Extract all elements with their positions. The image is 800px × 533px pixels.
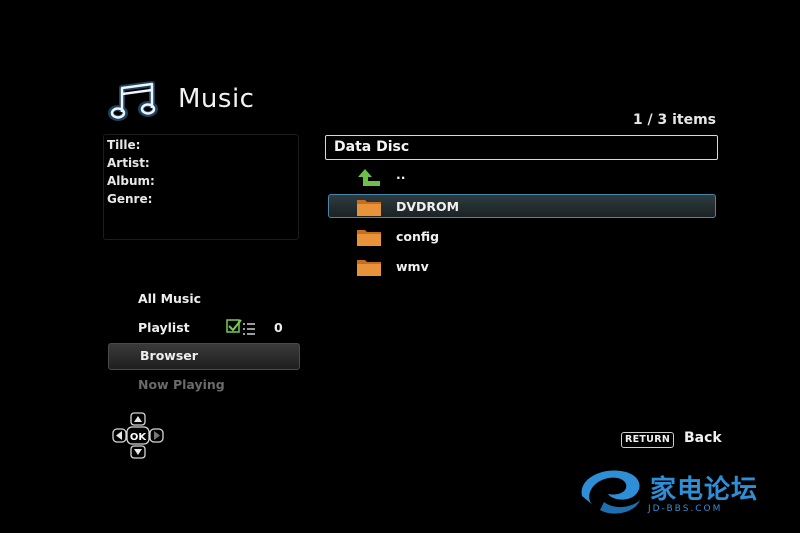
playlist-count: 0 (274, 320, 283, 335)
back-label[interactable]: Back (684, 430, 722, 446)
music-browser-screen: Music 1 / 3 items Tille: Artist: Album: … (0, 0, 800, 533)
watermark-subtext: JD-BBS.COM (648, 504, 723, 514)
track-info-panel: Tille: Artist: Album: Genre: (103, 134, 299, 240)
menu-item-browser[interactable]: Browser (108, 343, 300, 370)
file-row-wmv[interactable]: wmv (328, 254, 714, 278)
menu-item-label: All Music (138, 291, 202, 306)
music-note-icon (108, 80, 162, 124)
file-row-dvdrom[interactable]: DVDROM (328, 194, 716, 218)
artist-label: Artist: (107, 156, 150, 170)
up-arrow-icon (356, 168, 382, 188)
menu-item-all-music[interactable]: All Music (108, 286, 298, 311)
return-key-badge: RETURN (621, 432, 675, 448)
item-count: 1 / 3 items (632, 112, 716, 128)
menu-item-label: Browser (140, 348, 198, 363)
title-label: Tille: (107, 138, 141, 152)
path-bar: Data Disc (325, 135, 718, 160)
folder-icon (356, 227, 382, 247)
watermark-text: 家电论坛 (650, 475, 759, 505)
file-name: config (396, 229, 440, 244)
folder-icon (356, 197, 382, 217)
watermark-logo: 家电论坛 JD-BBS.COM (574, 462, 774, 520)
parent-folder-row[interactable]: .. (328, 165, 714, 189)
dpad-ok-label: OK (130, 432, 148, 443)
current-path: Data Disc (334, 139, 410, 155)
genre-label: Genre: (107, 192, 153, 206)
file-name: DVDROM (396, 199, 460, 214)
file-row-config[interactable]: config (328, 224, 714, 248)
page-title: Music (178, 84, 255, 114)
parent-folder-label: .. (396, 167, 406, 182)
menu-item-label: Now Playing (138, 377, 225, 392)
file-name: wmv (396, 259, 429, 274)
dpad-hint: OK (110, 412, 168, 462)
menu-item-now-playing[interactable]: Now Playing (108, 372, 298, 397)
menu-item-playlist[interactable]: Playlist 0 (108, 315, 298, 340)
album-label: Album: (107, 174, 155, 188)
playlist-check-icon (226, 318, 256, 338)
folder-icon (356, 257, 382, 277)
watermark-swirl-icon (581, 470, 640, 514)
menu-item-label: Playlist (138, 320, 190, 335)
